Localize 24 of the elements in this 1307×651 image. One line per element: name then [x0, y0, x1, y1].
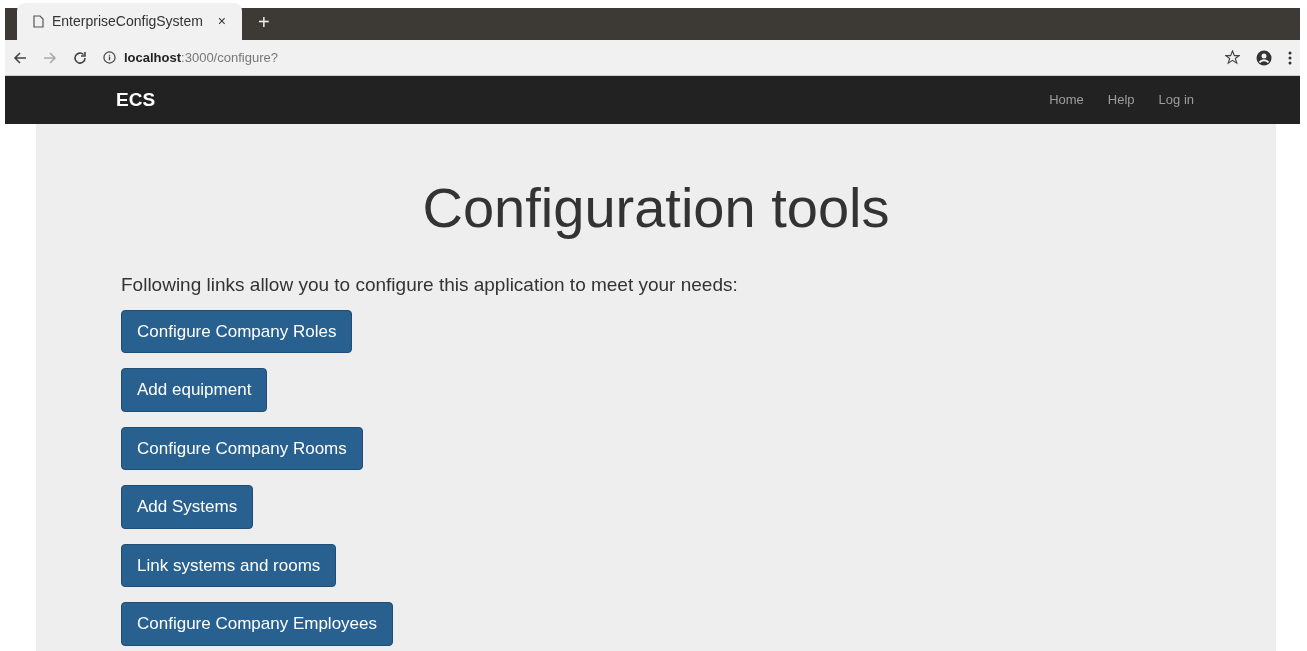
url-field[interactable]: localhost:3000/configure? [124, 47, 278, 68]
configure-button[interactable]: Configure Company Rooms [121, 426, 363, 471]
tab-title: EnterpriseConfigSystem [52, 12, 203, 31]
back-icon[interactable] [13, 50, 27, 65]
brand-link[interactable]: ECS [116, 85, 156, 115]
nav-link[interactable]: Home [1049, 90, 1084, 110]
nav-link[interactable]: Log in [1158, 90, 1194, 110]
configure-button[interactable]: Link systems and rooms [121, 543, 337, 588]
reload-icon[interactable] [73, 50, 87, 65]
configure-button[interactable]: Configure Company Employees [121, 602, 393, 646]
nav-link[interactable]: Help [1107, 90, 1135, 110]
page-heading: Configuration tools [421, 175, 891, 241]
new-tab-button[interactable]: + [258, 12, 270, 32]
menu-icon[interactable] [1288, 50, 1292, 65]
close-tab-button[interactable]: × [217, 11, 226, 32]
star-icon[interactable] [1225, 50, 1240, 65]
account-icon[interactable] [1256, 49, 1272, 66]
configure-button[interactable]: Add equipment [121, 368, 268, 412]
intro-text: Following links allow you to configure this application to meet your needs: [121, 273, 739, 298]
configure-button[interactable]: Configure Company Roles [121, 309, 353, 354]
browser-tab[interactable]: EnterpriseConfigSystem × [17, 3, 242, 40]
page-icon [33, 15, 44, 28]
configure-button[interactable]: Add Systems [121, 485, 254, 529]
info-icon[interactable] [103, 51, 116, 64]
